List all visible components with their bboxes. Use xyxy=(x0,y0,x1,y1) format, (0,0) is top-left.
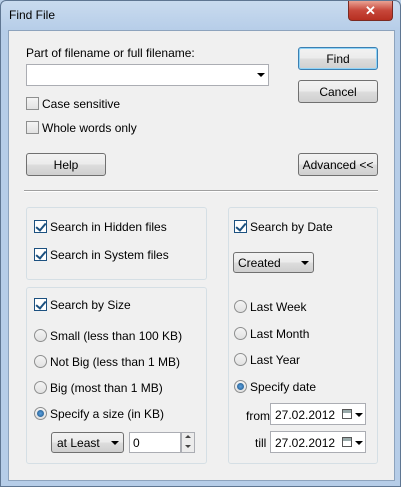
size-amount-input[interactable]: 0 xyxy=(129,432,181,453)
size-big-label: Big (most than 1 MB) xyxy=(50,381,163,395)
search-system-checkbox[interactable] xyxy=(34,248,47,261)
date-specify-label: Specify date xyxy=(250,380,317,394)
size-not-big-label: Not Big (less than 1 MB) xyxy=(50,355,181,369)
size-small-radio[interactable] xyxy=(34,329,47,342)
date-from-picker[interactable]: 27.02.2012 xyxy=(270,403,366,425)
close-icon: ✕ xyxy=(365,2,376,18)
search-by-size-checkbox[interactable] xyxy=(34,298,47,311)
search-by-date-checkbox[interactable] xyxy=(234,220,247,233)
date-last-year-radio[interactable] xyxy=(234,353,247,366)
calendar-icon[interactable] xyxy=(342,409,352,419)
chevron-down-icon xyxy=(111,441,119,445)
size-amount-spinner[interactable] xyxy=(181,432,195,453)
case-sensitive-checkbox[interactable] xyxy=(26,97,39,110)
date-type-value: Created xyxy=(238,255,281,270)
calendar-icon[interactable] xyxy=(342,437,352,447)
search-hidden-label: Search in Hidden files xyxy=(50,220,167,234)
chevron-down-icon[interactable] xyxy=(257,73,265,77)
chevron-down-icon[interactable] xyxy=(355,413,363,417)
search-hidden-checkbox[interactable] xyxy=(34,220,47,233)
size-not-big-radio[interactable] xyxy=(34,355,47,368)
chevron-down-icon[interactable] xyxy=(355,441,363,445)
dialog-body: Part of filename or full filename: Case … xyxy=(8,30,395,481)
date-last-year-label: Last Year xyxy=(250,353,301,367)
advanced-button[interactable]: Advanced << xyxy=(298,153,378,176)
date-from-value: 27.02.2012 xyxy=(275,408,336,422)
date-last-week-label: Last Week xyxy=(250,300,307,314)
spin-up-icon[interactable] xyxy=(185,435,191,438)
date-last-month-label: Last Month xyxy=(250,327,310,341)
filename-label: Part of filename or full filename: xyxy=(26,46,195,60)
spin-down-icon[interactable] xyxy=(185,445,191,448)
separator xyxy=(24,190,378,192)
search-by-date-label: Search by Date xyxy=(250,220,333,234)
search-by-size-label: Search by Size xyxy=(50,298,131,312)
size-specify-label: Specify a size (in KB) xyxy=(50,407,165,421)
window-title: Find File xyxy=(9,8,56,22)
cancel-button[interactable]: Cancel xyxy=(298,80,378,103)
date-type-select[interactable]: Created xyxy=(233,252,314,273)
size-specify-radio[interactable] xyxy=(34,407,47,420)
case-sensitive-label: Case sensitive xyxy=(42,97,121,111)
size-small-label: Small (less than 100 KB) xyxy=(50,329,183,343)
size-comparator-value: at Least xyxy=(57,435,100,450)
date-last-week-radio[interactable] xyxy=(234,300,247,313)
size-big-radio[interactable] xyxy=(34,381,47,394)
date-till-picker[interactable]: 27.02.2012 xyxy=(270,431,366,453)
whole-words-checkbox[interactable] xyxy=(26,121,39,134)
chevron-down-icon xyxy=(301,261,309,265)
date-from-label: from xyxy=(246,409,270,423)
find-button[interactable]: Find xyxy=(298,47,378,70)
size-amount-value: 0 xyxy=(133,436,140,450)
date-till-value: 27.02.2012 xyxy=(275,436,336,450)
date-specify-radio[interactable] xyxy=(234,380,247,393)
close-button[interactable]: ✕ xyxy=(348,1,393,21)
find-file-window: Find File ✕ Part of filename or full fil… xyxy=(0,0,401,487)
help-button[interactable]: Help xyxy=(26,153,106,176)
filename-combobox[interactable] xyxy=(26,64,269,86)
search-system-label: Search in System files xyxy=(50,248,169,262)
size-comparator-select[interactable]: at Least xyxy=(51,432,124,453)
attributes-group xyxy=(26,207,207,280)
date-last-month-radio[interactable] xyxy=(234,327,247,340)
date-till-label: till xyxy=(255,436,267,450)
whole-words-label: Whole words only xyxy=(42,121,137,135)
